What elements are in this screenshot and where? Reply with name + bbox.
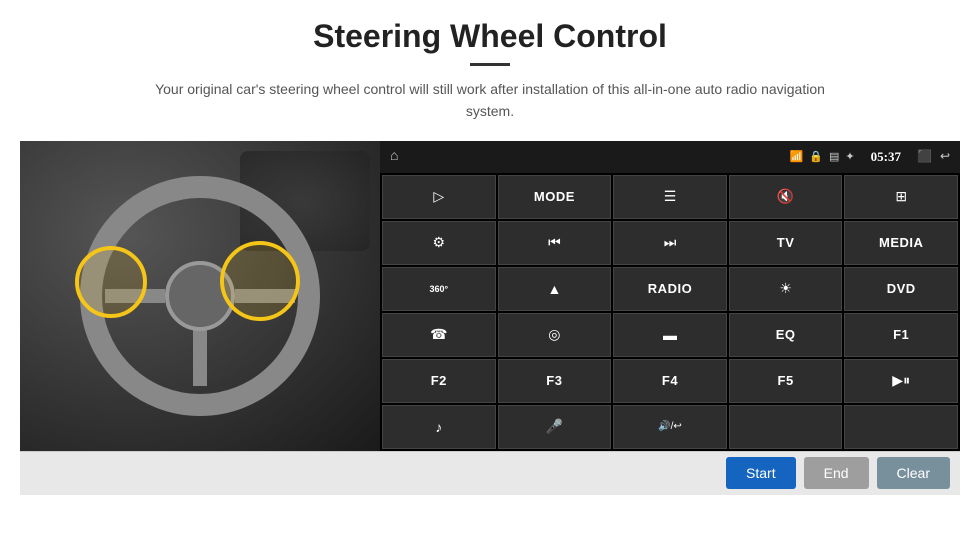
status-time: 05:37: [871, 149, 901, 165]
navi-button[interactable]: ◎: [498, 313, 612, 357]
start-button[interactable]: Start: [726, 457, 796, 489]
page-subtitle: Your original car's steering wheel contr…: [150, 78, 830, 123]
eject-button[interactable]: ▲: [498, 267, 612, 311]
steering-wheel-image: [20, 141, 380, 451]
settings-button[interactable]: ⚙: [382, 221, 496, 265]
camera360-button[interactable]: 360°: [382, 267, 496, 311]
end-button[interactable]: End: [804, 457, 869, 489]
brightness-icon: ☀: [779, 280, 792, 297]
cast-icon: ⬛: [917, 149, 932, 164]
radio-button[interactable]: RADIO: [613, 267, 727, 311]
screen-button[interactable]: ▬: [613, 313, 727, 357]
f1-button[interactable]: F1: [844, 313, 958, 357]
mic-icon: 🎤: [546, 418, 563, 435]
spoke-bottom: [193, 326, 207, 386]
list-button[interactable]: ☰: [613, 175, 727, 219]
status-icons: 📶 🔒 ▤ ✦: [790, 150, 855, 163]
status-bar: ⌂ 📶 🔒 ▤ ✦ 05:37 ⬛ ↩: [380, 141, 960, 173]
dvd-button[interactable]: DVD: [844, 267, 958, 311]
phone-icon: ☎: [430, 326, 447, 343]
brightness-button[interactable]: ☀: [729, 267, 843, 311]
speaker-button[interactable]: 🔊/↩: [613, 405, 727, 449]
mute-button[interactable]: 🔇: [729, 175, 843, 219]
next-icon: ⏭: [664, 234, 677, 251]
empty-btn-2: [844, 405, 958, 449]
eq-button[interactable]: EQ: [729, 313, 843, 357]
screen-icon: ▬: [663, 327, 677, 343]
navi-icon: ◎: [548, 326, 560, 343]
mode-button[interactable]: MODE: [498, 175, 612, 219]
media-button[interactable]: MEDIA: [844, 221, 958, 265]
music-icon: ♪: [435, 419, 442, 435]
music-button[interactable]: ♪: [382, 405, 496, 449]
clear-button[interactable]: Clear: [877, 457, 950, 489]
bluetooth-icon: ✦: [845, 150, 854, 163]
button-grid: ▷ MODE ☰ 🔇 ⊞ ⚙ ⏮ ⏭ TV MEDIA 360° ▲ RADIO…: [380, 173, 960, 451]
speaker-icon: 🔊/↩: [658, 421, 682, 432]
f5-button[interactable]: F5: [729, 359, 843, 403]
apps-icon: ⊞: [895, 188, 907, 205]
f3-button[interactable]: F3: [498, 359, 612, 403]
home-icon: ⌂: [390, 149, 398, 165]
apps-button[interactable]: ⊞: [844, 175, 958, 219]
prev-button[interactable]: ⏮: [498, 221, 612, 265]
back-icon: ↩: [940, 149, 950, 164]
head-unit-panel: ⌂ 📶 🔒 ▤ ✦ 05:37 ⬛ ↩ ▷ MODE ☰ 🔇 ⊞: [380, 141, 960, 451]
settings-icon: ⚙: [433, 234, 446, 251]
f4-button[interactable]: F4: [613, 359, 727, 403]
playpause-icon: ▶⏸: [892, 372, 910, 389]
title-divider: [470, 63, 510, 66]
highlight-circle-right: [220, 241, 300, 321]
playpause-button[interactable]: ▶⏸: [844, 359, 958, 403]
mic-button[interactable]: 🎤: [498, 405, 612, 449]
navigate-icon: ▷: [433, 188, 444, 205]
camera360-icon: 360°: [429, 284, 448, 294]
content-row: ⌂ 📶 🔒 ▤ ✦ 05:37 ⬛ ↩ ▷ MODE ☰ 🔇 ⊞: [20, 141, 960, 451]
wifi-icon: 📶: [790, 150, 804, 163]
highlight-circle-left: [75, 246, 147, 318]
lock-icon: 🔒: [809, 150, 823, 163]
list-icon: ☰: [664, 188, 677, 205]
navigate-button[interactable]: ▷: [382, 175, 496, 219]
empty-btn-1: [729, 405, 843, 449]
tv-button[interactable]: TV: [729, 221, 843, 265]
phone-button[interactable]: ☎: [382, 313, 496, 357]
next-button[interactable]: ⏭: [613, 221, 727, 265]
page-wrapper: Steering Wheel Control Your original car…: [0, 0, 980, 544]
eject-icon: ▲: [547, 281, 561, 297]
f2-button[interactable]: F2: [382, 359, 496, 403]
bottom-bar: Start End Clear: [20, 451, 960, 495]
mute-icon: 🔇: [777, 188, 794, 205]
sd-icon: ▤: [829, 150, 839, 163]
prev-icon: ⏮: [548, 234, 561, 251]
page-title: Steering Wheel Control: [313, 18, 667, 55]
